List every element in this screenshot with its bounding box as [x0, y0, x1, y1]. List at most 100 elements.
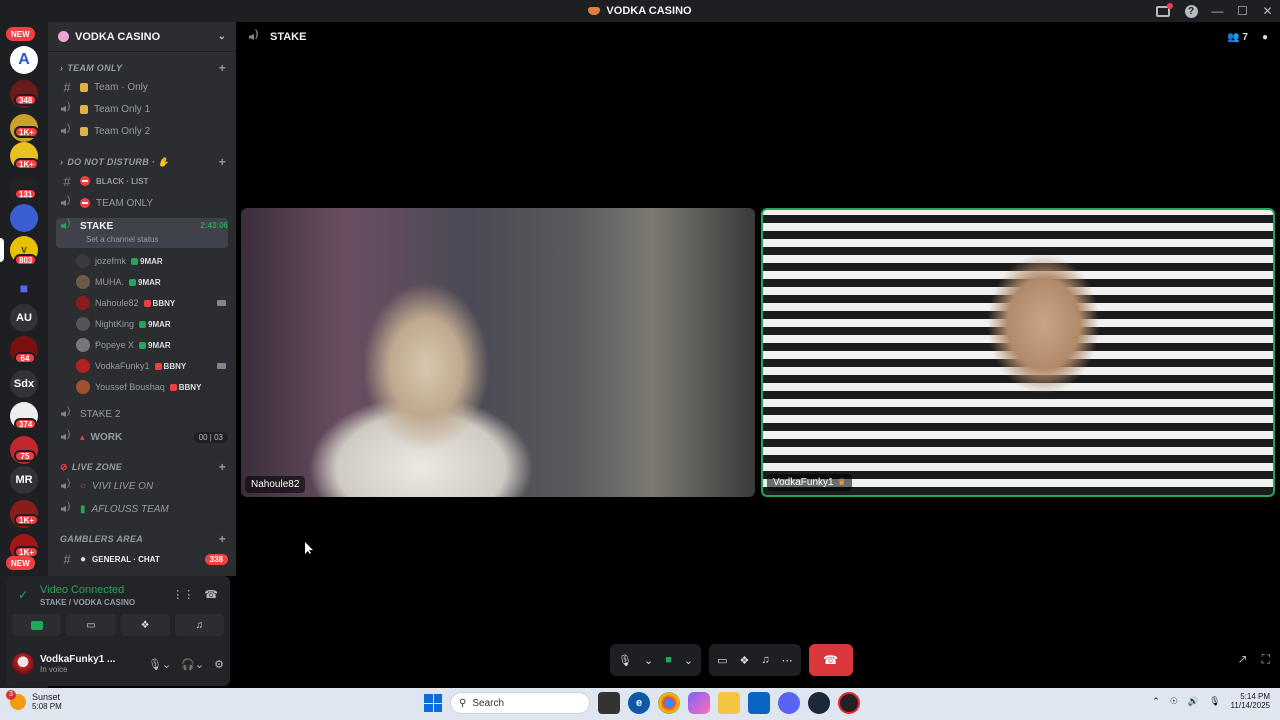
server-icon-6[interactable] [10, 204, 38, 232]
add-channel-icon[interactable]: + [219, 61, 226, 75]
copilot-icon[interactable] [688, 692, 710, 714]
chrome-icon[interactable] [658, 692, 680, 714]
minimize-button[interactable]: — [1205, 0, 1230, 22]
voice-member[interactable]: Ᵽopeye X 9MAR [76, 335, 226, 355]
activities-icon[interactable]: ❖ [739, 654, 749, 667]
marker-icon: ▴ [80, 431, 85, 442]
chevron-up-icon[interactable]: ⌃ [1152, 696, 1160, 707]
steam-icon[interactable] [808, 692, 830, 714]
file-explorer-icon[interactable] [718, 692, 740, 714]
camera-toggle[interactable]: ■ [665, 654, 672, 666]
guild-header[interactable]: VODKA CASINO ⌄ [48, 22, 236, 52]
channel-label: BLACK · LIST [96, 176, 149, 186]
soundboard-button[interactable]: ♫ [174, 614, 224, 636]
more-options-icon[interactable]: ⋯ [782, 654, 793, 667]
add-channel-icon[interactable]: + [219, 532, 226, 546]
participants-button[interactable]: 👥 7 [1227, 32, 1248, 43]
task-view-icon[interactable] [598, 692, 620, 714]
channel-label: Team Only 2 [94, 125, 151, 137]
weather-widget[interactable]: 3 Sunset 5:08 PM [6, 689, 62, 711]
category-do-not-disturb[interactable]: › DO NOT DISTURB · ✋ + [60, 154, 226, 170]
channel-general-chat[interactable]: # ● GENERAL · CHAT 338 [56, 549, 228, 569]
discord-icon[interactable] [778, 692, 800, 714]
maximize-button[interactable]: ☐ [1230, 0, 1255, 22]
edge-icon[interactable]: e [628, 692, 650, 714]
channel-black-list[interactable]: # BLACK · LIST [56, 171, 228, 191]
channel-team-only-text[interactable]: # Team · Only [56, 77, 228, 97]
soundboard-icon[interactable]: ♫ [761, 654, 769, 666]
chevron-right-icon: › [60, 63, 64, 73]
microphone-toggle[interactable]: 🎙 [618, 654, 632, 667]
chevron-down-icon[interactable]: ⌄ [684, 654, 693, 667]
category-team-only[interactable]: › TEAM ONLY + [60, 60, 226, 76]
username[interactable]: VodkaFunky1 ... [40, 654, 115, 665]
microphone-icon[interactable]: 🎙⌄ [148, 658, 171, 671]
taskbar-search-input[interactable]: ⚲ Search [450, 692, 590, 714]
add-channel-icon[interactable]: + [219, 460, 226, 474]
voice-member[interactable]: NightKing 9MAR [76, 314, 226, 334]
disconnect-icon[interactable]: ☎ [204, 588, 218, 601]
member-name: jozefmk [95, 256, 127, 266]
avatar[interactable] [12, 653, 34, 675]
server-text-sdx[interactable]: Sdx [10, 370, 38, 398]
chevron-down-icon[interactable]: ⌄ [644, 654, 653, 667]
activities-button[interactable]: ❖ [120, 614, 170, 636]
add-channel-icon[interactable]: + [219, 155, 226, 169]
voice-member[interactable]: VodkaFunky1 BBNY [76, 356, 226, 376]
channel-stake-2[interactable]: STAKE 2 [56, 404, 228, 424]
speaker-icon [60, 123, 74, 136]
leave-call-button[interactable]: ☎ [808, 644, 853, 676]
chat-icon[interactable]: ● [1262, 32, 1268, 43]
member-name: NightKing [95, 319, 135, 329]
call-actions-group: ▭ ❖ ♫ ⋯ [709, 644, 801, 676]
channel-work[interactable]: ▴ WORK 00 | 03 [56, 427, 228, 447]
video-tile-nahoule82[interactable]: Nahoule82 [241, 208, 755, 497]
category-gamblers-area[interactable]: GAMBLERS AREA + [60, 531, 226, 547]
network-icon[interactable]: ☉ [1170, 696, 1178, 707]
noise-suppression-icon[interactable]: ⋮⋮ [172, 588, 194, 601]
server-text-mr[interactable]: MR [10, 466, 38, 494]
headphones-icon[interactable]: 🎧⌄ [181, 658, 204, 671]
category-live-zone[interactable]: ⊘ LIVE ZONE + [60, 459, 226, 475]
close-button[interactable]: ✕ [1255, 0, 1280, 22]
microphone-tray-icon[interactable]: 🎙 [1209, 696, 1220, 707]
voice-member[interactable]: MUHA. 9MAR [76, 272, 226, 292]
help-icon[interactable]: ? [1177, 0, 1205, 22]
speaker-icon [60, 101, 74, 114]
voice-location[interactable]: STAKE / VODKA CASINO [40, 598, 135, 607]
voice-member[interactable]: Youssef Boushaq BBNY [76, 377, 226, 397]
fullscreen-icon[interactable]: ⛶ [1262, 652, 1270, 667]
screen-share-button[interactable]: ▭ [66, 614, 116, 636]
role-tag-text: 9MAR [148, 319, 171, 329]
video-tile-vodkafunky1[interactable]: VodkaFunky1 ♛ [761, 208, 1275, 497]
camera-button[interactable] [12, 614, 62, 636]
member-name: Nahoule82 [95, 298, 139, 308]
pop-out-icon[interactable]: ↗ [1238, 652, 1248, 667]
channel-label: Team · Only [94, 81, 148, 93]
channel-team-only-dnd[interactable]: TEAM ONLY [56, 193, 228, 213]
role-badge-icon [139, 320, 147, 328]
server-text-au[interactable]: AU [10, 304, 38, 332]
app-icon[interactable] [838, 692, 860, 714]
settings-gear-icon[interactable]: ⚙ [214, 658, 224, 671]
windows-start-icon[interactable] [424, 694, 442, 712]
channel-status-placeholder[interactable]: Set a channel status [86, 235, 159, 244]
channel-aflouss-team[interactable]: ▮ AFLOUSS TEAM [56, 499, 228, 519]
system-tray: ⌃ ☉ 🔊 🎙 5:14 PM 11/14/2025 [1152, 692, 1270, 710]
store-icon[interactable] [748, 692, 770, 714]
inbox-icon[interactable] [1149, 0, 1177, 22]
speaker-volume-icon[interactable]: 🔊 [1188, 696, 1199, 707]
voice-member[interactable]: Nahoule82 BBNY [76, 293, 226, 313]
folder-icon[interactable]: ■ [10, 274, 38, 302]
screen-share-icon[interactable]: ▭ [717, 654, 727, 667]
role-badge-icon [169, 383, 177, 391]
channel-team-only-2[interactable]: Team Only 2 [56, 121, 228, 141]
channel-vivi-live[interactable]: ○ VIVI LIVE ON [56, 476, 228, 496]
channel-stake[interactable]: STAKE 2:43:06 Set a channel status [56, 218, 228, 248]
clock[interactable]: 5:14 PM 11/14/2025 [1231, 692, 1270, 710]
lock-icon [80, 104, 88, 114]
hash-icon: # [63, 79, 71, 95]
voice-member[interactable]: jozefmk 9MAR [76, 251, 226, 271]
channel-team-only-1[interactable]: Team Only 1 [56, 99, 228, 119]
server-icon-a[interactable]: A [10, 46, 38, 74]
